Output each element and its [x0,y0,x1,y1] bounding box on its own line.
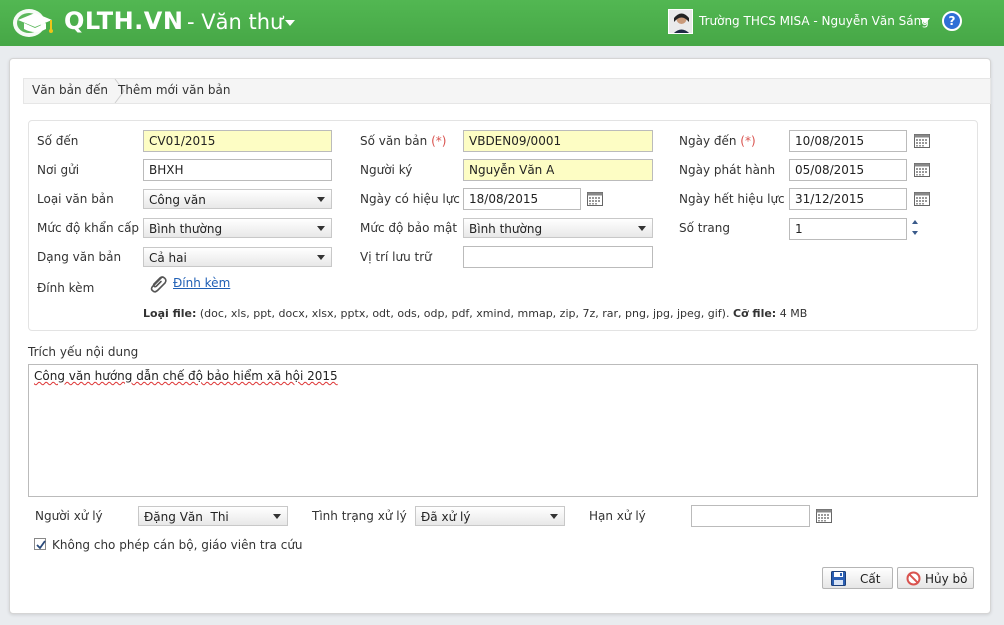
save-button[interactable]: Cất [822,567,893,589]
tinh-trang-label: Tình trạng xử lý [312,509,407,523]
ngay-hieu-luc-label: Ngày có hiệu lực [360,192,460,206]
ngay-hieu-luc-input[interactable] [463,188,581,210]
calendar-icon[interactable] [914,192,930,206]
attach-file-link[interactable]: Đính kèm [173,276,230,290]
noi-gui-input[interactable] [143,159,332,181]
cancel-circle-icon [906,571,921,586]
main-panel: Văn bản đến Thêm mới văn bản Số đến Số v… [9,58,991,614]
checkmark-icon [36,540,46,550]
dinh-kem-label: Đính kèm [37,281,95,295]
vi-tri-input[interactable] [463,246,653,268]
so-trang-input[interactable] [789,218,907,240]
avatar[interactable] [668,9,693,34]
spin-down-icon[interactable] [912,231,918,235]
ngay-het-hieu-luc-label: Ngày hết hiệu lực [679,192,785,206]
trich-yeu-label: Trích yếu nội dung [28,345,139,359]
dang-van-ban-select[interactable]: Cả hai [143,247,332,267]
muc-do-khan-select[interactable]: Bình thường [143,218,332,238]
floppy-disk-icon [831,571,846,586]
spin-up-icon[interactable] [912,220,918,224]
so-van-ban-label: Số văn bản (*) [360,134,447,148]
breadcrumb-current: Thêm mới văn bản [118,83,231,97]
nguoi-xu-ly-select[interactable]: Đặng Văn Thi [138,506,288,526]
trich-yeu-textarea[interactable]: Công văn hướng dẫn chế độ bảo hiểm xã hộ… [28,364,978,497]
chevron-down-icon[interactable] [285,20,295,26]
nguoi-xu-ly-label: Người xử lý [35,509,103,523]
dang-van-ban-label: Dạng văn bản [37,250,122,264]
chevron-down-icon [550,514,558,519]
calendar-icon[interactable] [816,509,832,523]
breadcrumb-root[interactable]: Văn bản đến [32,83,108,97]
nguoi-ky-label: Người ký [360,163,413,177]
noi-gui-label: Nơi gửi [37,163,80,177]
so-den-input[interactable] [143,130,332,152]
ngay-den-input[interactable] [789,130,907,152]
calendar-icon[interactable] [587,192,603,206]
file-info: Loại file: (doc, xls, ppt, docx, xlsx, p… [143,307,808,320]
han-xu-ly-label: Hạn xử lý [589,509,646,523]
ngay-het-hieu-luc-input[interactable] [789,188,907,210]
ngay-phat-hanh-input[interactable] [789,159,907,181]
chevron-down-icon [317,197,325,202]
chevron-down-icon [317,255,325,260]
ngay-den-label: Ngày đến (*) [679,134,756,148]
cancel-button[interactable]: Hủy bỏ [897,567,974,589]
chevron-down-icon [317,226,325,231]
breadcrumb: Văn bản đến Thêm mới văn bản [23,78,991,104]
graduation-cap-logo-icon[interactable] [12,8,58,38]
help-icon[interactable]: ? [942,11,962,31]
nguoi-ky-input[interactable] [463,159,653,181]
ngay-phat-hanh-label: Ngày phát hành [679,163,776,177]
app-header: QLTH.VN - Văn thư Trường THCS MISA - Ngu… [0,0,1004,46]
so-den-label: Số đến [37,134,79,148]
muc-do-khan-label: Mức độ khẩn cấp [37,221,140,235]
paperclip-icon[interactable] [147,273,169,295]
user-info[interactable]: Trường THCS MISA - Nguyễn Văn Sáng [699,14,929,28]
calendar-icon[interactable] [914,163,930,177]
chevron-down-icon [273,514,281,519]
calendar-icon[interactable] [914,134,930,148]
chevron-down-icon [638,226,646,231]
loai-van-ban-select[interactable]: Công văn [143,189,332,209]
so-van-ban-input[interactable] [463,130,653,152]
module-selector[interactable]: - Văn thư [187,10,283,34]
so-trang-label: Số trang [679,221,730,235]
no-search-checkbox[interactable] [34,538,46,550]
brand-name[interactable]: QLTH.VN [64,7,183,35]
no-search-checkbox-label[interactable]: Không cho phép cán bộ, giáo viên tra cứu [52,538,303,552]
muc-do-mat-select[interactable]: Bình thường [463,218,653,238]
han-xu-ly-input[interactable] [691,505,810,527]
tinh-trang-select[interactable]: Đã xử lý [415,506,565,526]
user-menu-chevron-icon[interactable] [920,18,930,24]
loai-van-ban-label: Loại văn bản [37,192,114,206]
muc-do-mat-label: Mức độ bảo mật [360,221,458,235]
vi-tri-label: Vị trí lưu trữ [360,250,432,264]
